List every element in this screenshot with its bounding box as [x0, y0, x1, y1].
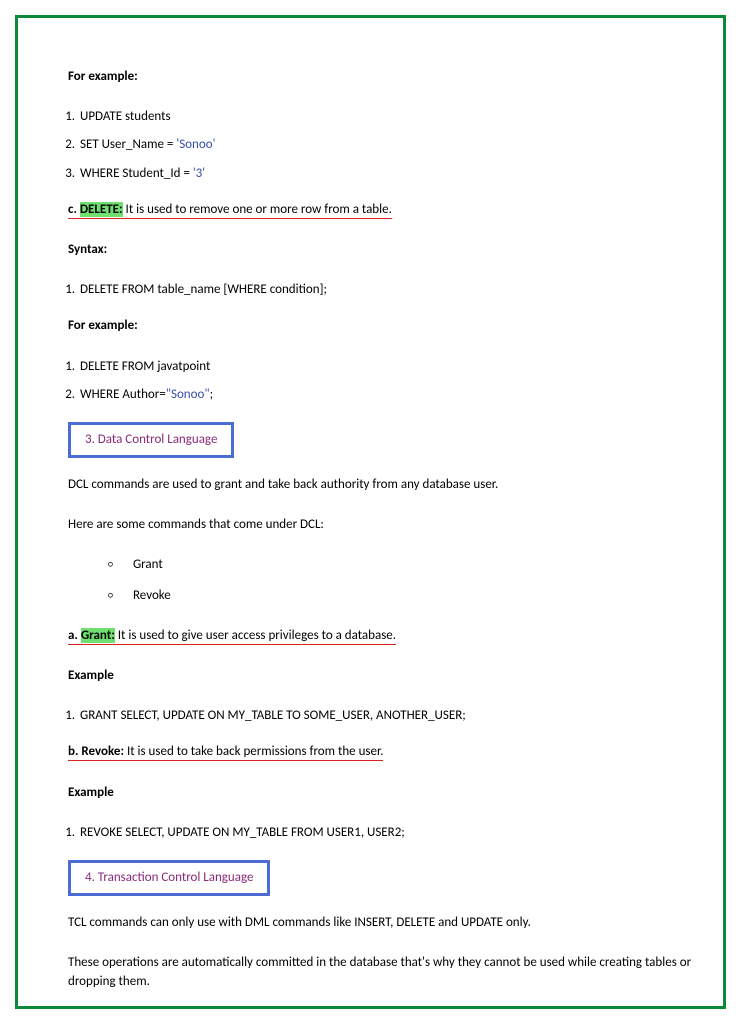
string-literal: '3'	[193, 166, 205, 181]
grant-heading: a. Grant: It is used to give user access…	[68, 627, 693, 645]
list-item: UPDATE students	[78, 108, 693, 126]
grant-desc: It is used to give user access privilege…	[115, 628, 396, 643]
dcl-bullets: Grant Revoke	[108, 556, 693, 604]
bullet-revoke: Revoke	[108, 587, 693, 605]
example-label: Example	[68, 667, 693, 685]
code-text: WHERE Author=	[80, 387, 166, 402]
revoke-example-list: REVOKE SELECT, UPDATE ON MY_TABLE FROM U…	[58, 824, 693, 842]
revoke-desc: It is used to take back permissions from…	[124, 744, 383, 759]
list-item: REVOKE SELECT, UPDATE ON MY_TABLE FROM U…	[78, 824, 693, 842]
dcl-desc-2: Here are some commands that come under D…	[68, 516, 693, 534]
prefix: c.	[68, 202, 80, 217]
document-content: For example: UPDATE students SET User_Na…	[48, 68, 693, 991]
example-label: Example	[68, 784, 693, 802]
syntax-label: Syntax:	[68, 241, 693, 259]
revoke-heading: b. Revoke: It is used to take back permi…	[68, 743, 693, 761]
list-item: DELETE FROM table_name [WHERE condition]…	[78, 281, 693, 299]
list-item: SET User_Name = 'Sonoo'	[78, 136, 693, 154]
revoke-heading-line: b. Revoke: It is used to take back permi…	[68, 744, 383, 761]
page-border: For example: UPDATE students SET User_Na…	[15, 15, 726, 1009]
dcl-section-title: 3. Data Control Language	[68, 422, 234, 458]
delete-keyword: DELETE:	[80, 202, 123, 217]
delete-desc: It is used to remove one or more row fro…	[123, 202, 392, 217]
tcl-section-title: 4. Transaction Control Language	[68, 860, 270, 896]
dcl-desc-1: DCL commands are used to grant and take …	[68, 476, 693, 494]
tcl-desc-1: TCL commands can only use with DML comma…	[68, 914, 693, 932]
list-item: WHERE Author="Sonoo";	[78, 386, 693, 404]
grant-heading-line: a. Grant: It is used to give user access…	[68, 628, 396, 645]
string-literal: 'Sonoo'	[176, 137, 215, 152]
list-item: GRANT SELECT, UPDATE ON MY_TABLE TO SOME…	[78, 707, 693, 725]
code-text: SET User_Name =	[80, 137, 176, 152]
delete-heading-line: c. DELETE: It is used to remove one or m…	[68, 202, 392, 219]
delete-example-list: DELETE FROM javatpoint WHERE Author="Son…	[58, 358, 693, 404]
grant-keyword: Grant:	[81, 628, 115, 643]
grant-example-list: GRANT SELECT, UPDATE ON MY_TABLE TO SOME…	[58, 707, 693, 725]
for-example-label: For example:	[68, 68, 693, 86]
delete-heading: c. DELETE: It is used to remove one or m…	[68, 201, 693, 219]
tcl-desc-2: These operations are automatically commi…	[68, 954, 693, 990]
list-item: WHERE Student_Id = '3'	[78, 165, 693, 183]
revoke-keyword: Revoke:	[81, 744, 124, 759]
update-example-list: UPDATE students SET User_Name = 'Sonoo' …	[58, 108, 693, 183]
code-text: WHERE Student_Id =	[80, 166, 193, 181]
list-item: DELETE FROM javatpoint	[78, 358, 693, 376]
string-literal: "Sonoo"	[166, 387, 210, 402]
delete-syntax-list: DELETE FROM table_name [WHERE condition]…	[58, 281, 693, 299]
prefix: b.	[68, 744, 81, 759]
bullet-grant: Grant	[108, 556, 693, 574]
for-example-label: For example:	[68, 317, 693, 335]
prefix: a.	[68, 628, 81, 643]
code-text: ;	[210, 387, 213, 402]
